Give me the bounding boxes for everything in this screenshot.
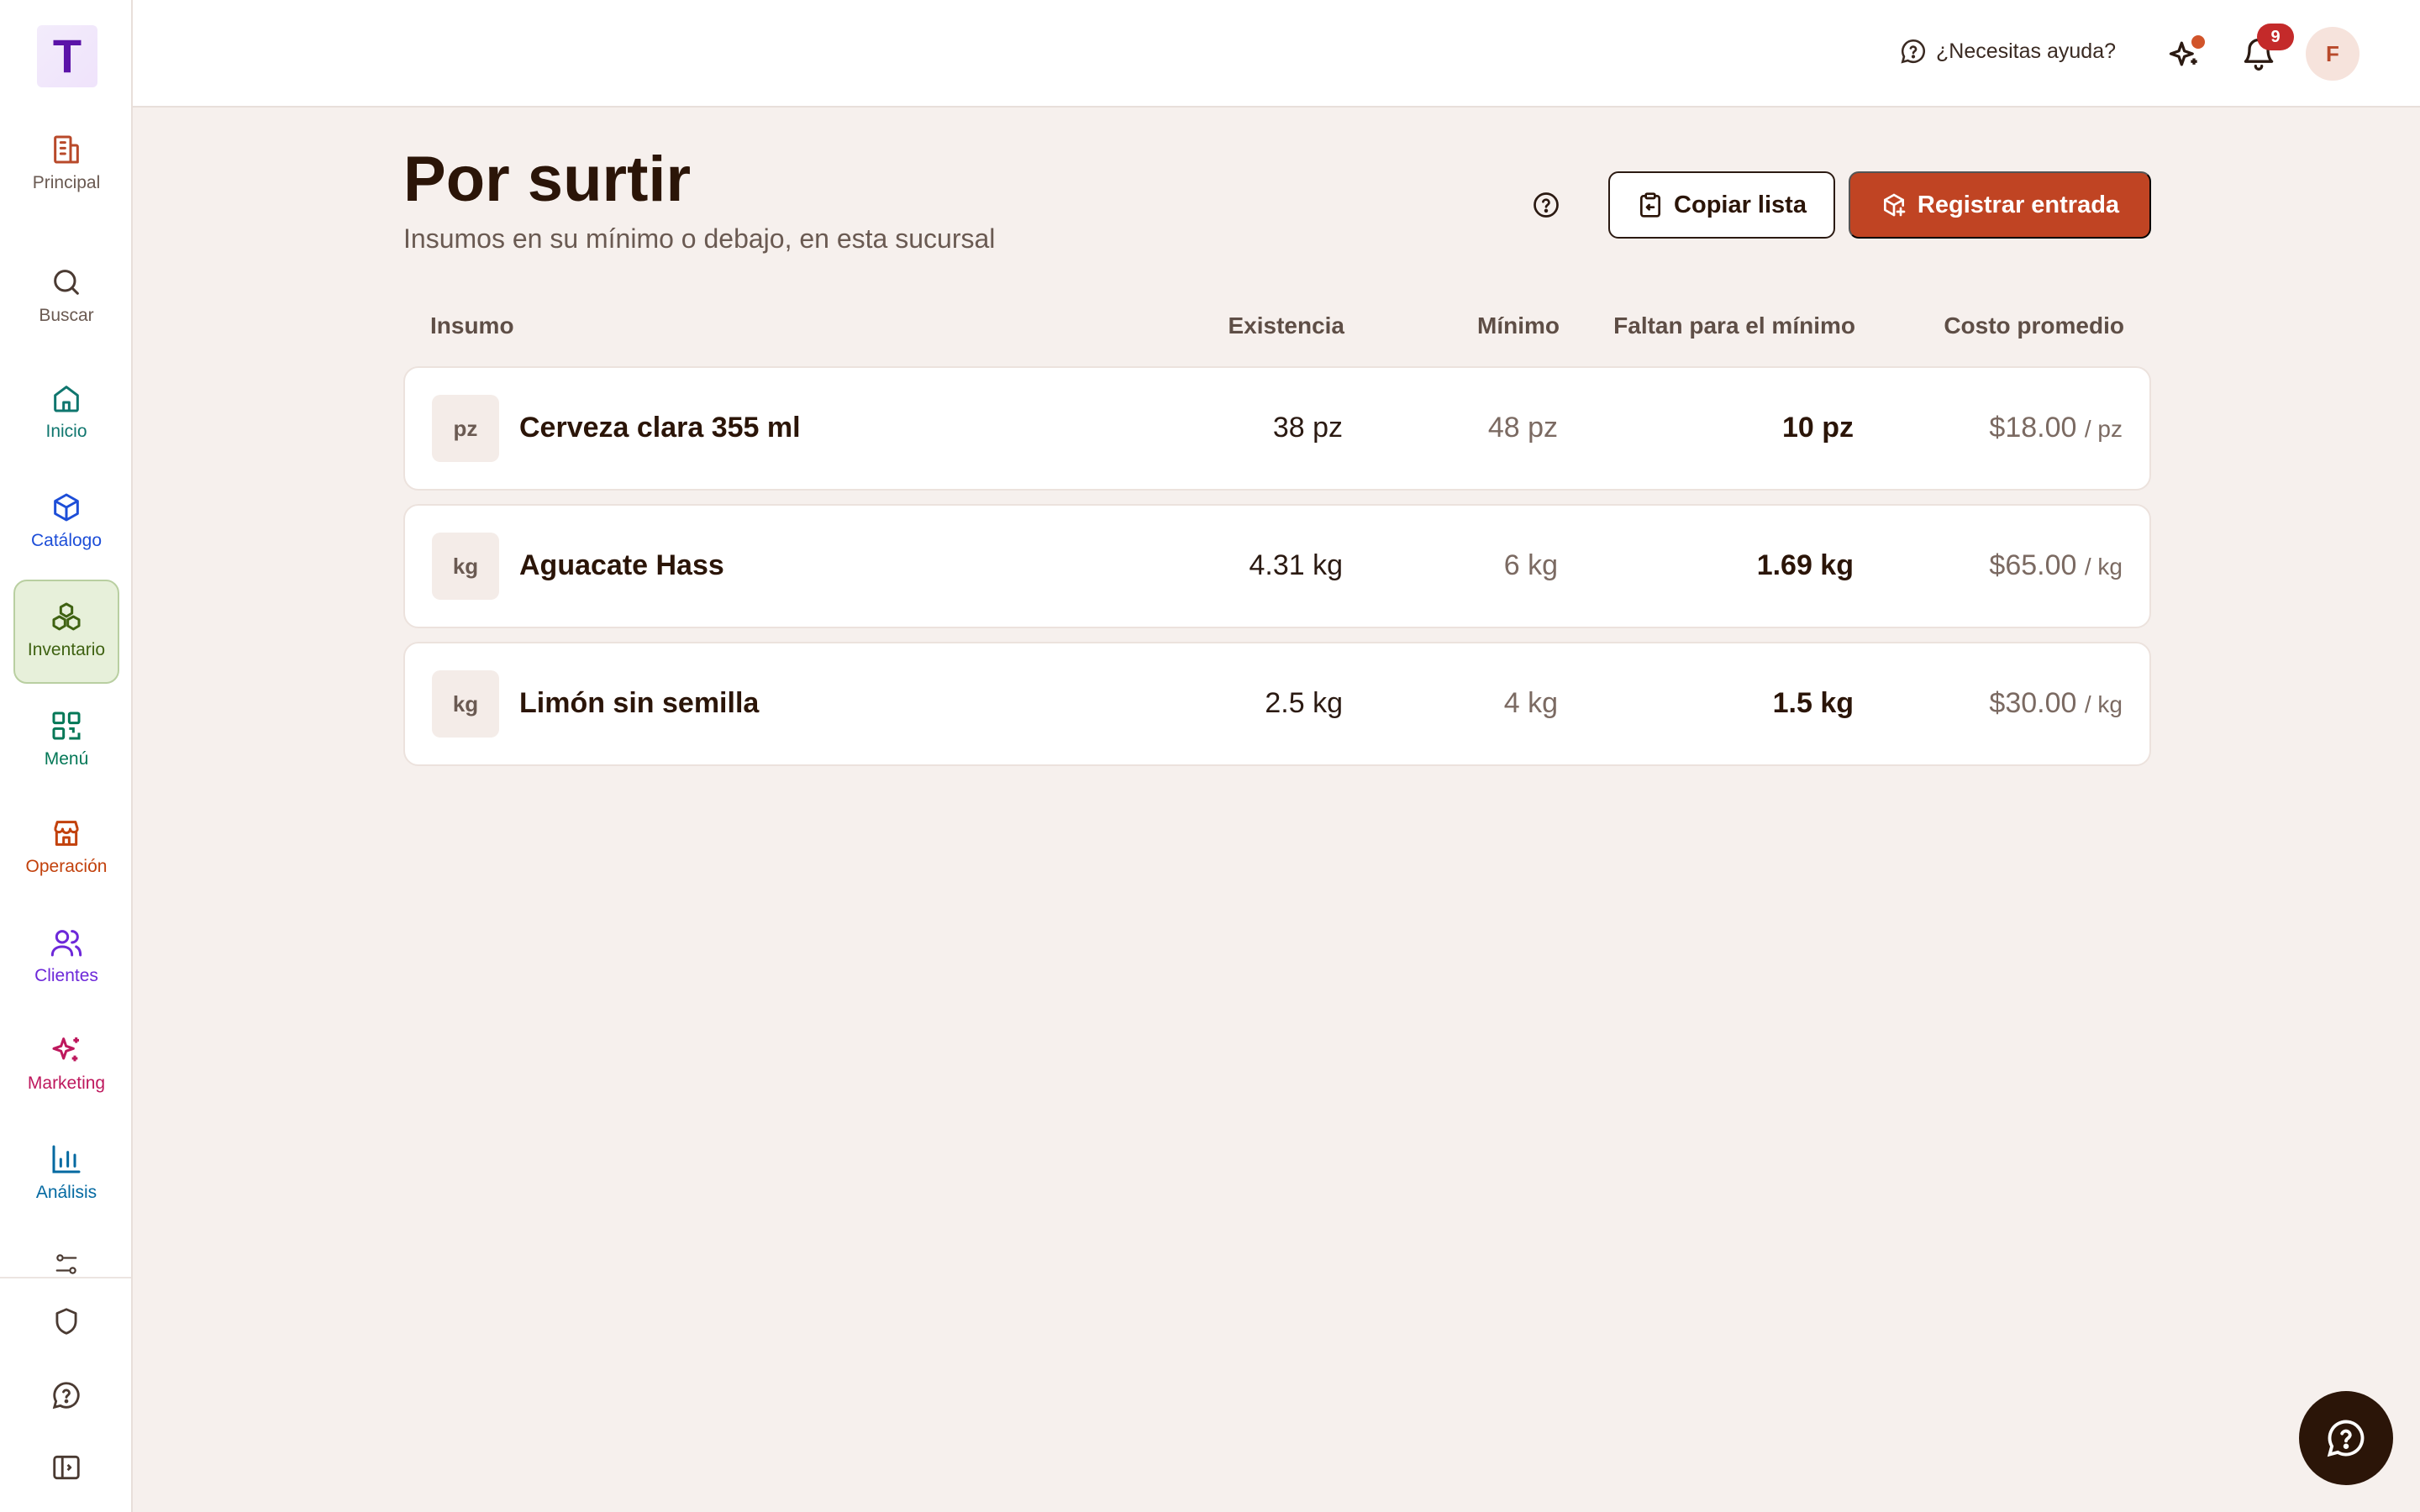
chat-help-icon <box>52 1382 80 1410</box>
notification-count-badge: 9 <box>2257 24 2294 50</box>
sidebar-item-buscar[interactable]: Buscar <box>13 265 119 326</box>
help-link-label: ¿Necesitas ayuda? <box>1936 39 2117 63</box>
cost-unit: / pz <box>2084 416 2123 442</box>
shield-icon <box>55 1308 77 1335</box>
cost-amount: $18.00 <box>1989 412 2077 444</box>
sidebar-item-clientes[interactable]: Clientes <box>13 926 119 986</box>
sparkles-icon <box>52 1037 79 1062</box>
new-indicator-dot <box>2191 35 2205 49</box>
sidebar-item-label: Análisis <box>35 1183 97 1202</box>
shortfall-value: 10 pz <box>1781 412 1854 444</box>
sidebar-item-menu[interactable]: Menú <box>13 709 119 769</box>
register-entry-button[interactable]: Registrar entrada <box>1849 171 2151 239</box>
copy-list-label: Copiar lista <box>1674 191 1807 218</box>
store-icon <box>54 821 79 846</box>
sidebar-item-analisis[interactable]: Análisis <box>13 1142 119 1203</box>
sidebar-item-label: Operación <box>25 857 108 876</box>
help-chat-icon <box>1901 39 1925 64</box>
home-icon <box>54 386 79 412</box>
clipboard-copy-icon <box>1640 192 1661 218</box>
floating-help-button[interactable] <box>2299 1391 2393 1485</box>
item-name: Cerveza clara 355 ml <box>519 412 801 444</box>
sidebar-item-label: Buscar <box>39 306 94 325</box>
cost-amount: $65.00 <box>1989 549 2077 581</box>
table-row[interactable]: pz Cerveza clara 355 ml 38 pz 48 pz 10 p… <box>403 366 2151 491</box>
minimum-value: 4 kg <box>1503 687 1558 719</box>
sidebar-item-label: Marketing <box>27 1074 106 1093</box>
sidebar-item-catalogo[interactable]: Catálogo <box>13 491 119 551</box>
stock-value: 38 pz <box>1272 412 1343 444</box>
search-icon <box>54 270 79 295</box>
column-header-minimo: Mínimo <box>1477 312 1560 339</box>
column-header-existencia: Existencia <box>1228 312 1344 339</box>
column-header-faltan: Faltan para el mínimo <box>1613 312 1855 339</box>
minimum-value: 48 pz <box>1487 412 1558 444</box>
user-avatar[interactable]: F <box>2306 27 2360 81</box>
building-icon <box>54 135 79 164</box>
shortfall-value: 1.69 kg <box>1756 549 1854 581</box>
sidebar-item-label: Principal <box>32 173 101 192</box>
box-icon <box>54 493 79 522</box>
help-link[interactable]: ¿Necesitas ayuda? <box>1899 37 2116 66</box>
minimum-value: 6 kg <box>1503 549 1558 581</box>
column-header-insumo: Insumo <box>430 312 514 339</box>
item-name: Limón sin semilla <box>519 687 760 719</box>
sidebar-item-label: Inicio <box>45 422 87 441</box>
sidebar-item-label: Clientes <box>34 966 98 985</box>
sidebar-item-label: Menú <box>44 749 89 769</box>
boxes-icon <box>52 602 81 631</box>
register-entry-label: Registrar entrada <box>1917 191 2120 218</box>
unit-badge: kg <box>432 533 499 600</box>
sidebar-item-principal[interactable]: Principal <box>13 133 119 193</box>
chat-help-button[interactable] <box>50 1379 82 1411</box>
cost-unit: / kg <box>2084 554 2123 580</box>
sidebar-divider <box>0 1277 131 1278</box>
copy-list-button[interactable]: Copiar lista <box>1608 171 1835 239</box>
question-circle-icon <box>1534 192 1559 218</box>
app-logo[interactable]: T <box>37 25 97 87</box>
table-row[interactable]: kg Limón sin semilla 2.5 kg 4 kg 1.5 kg … <box>403 642 2151 766</box>
page-subtitle: Insumos en su mínimo o debajo, en esta s… <box>403 223 996 254</box>
sidebar: T Principal Buscar Inicio Catálogo Inven… <box>0 0 133 1512</box>
average-cost: $65.00 / kg <box>1989 549 2123 582</box>
qr-icon <box>52 711 81 740</box>
collapse-sidebar-button[interactable] <box>50 1452 82 1483</box>
cost-amount: $30.00 <box>1989 687 2077 719</box>
table-row[interactable]: kg Aguacate Hass 4.31 kg 6 kg 1.69 kg $6… <box>403 504 2151 628</box>
unit-badge: pz <box>432 395 499 462</box>
cost-unit: / kg <box>2084 691 2123 717</box>
sidebar-item-marketing[interactable]: Marketing <box>13 1033 119 1094</box>
item-name: Aguacate Hass <box>519 549 724 581</box>
shortfall-value: 1.5 kg <box>1772 687 1854 719</box>
package-plus-icon <box>1883 193 1906 217</box>
sidebar-item-settings[interactable] <box>13 1252 119 1277</box>
users-icon <box>50 930 82 957</box>
sidebar-item-operacion[interactable]: Operación <box>13 816 119 877</box>
stock-value: 2.5 kg <box>1265 687 1343 719</box>
average-cost: $30.00 / kg <box>1989 687 2123 720</box>
unit-badge: kg <box>432 670 499 738</box>
ai-assistant-button[interactable] <box>2166 35 2205 74</box>
settings-sliders-icon <box>55 1254 77 1274</box>
sidebar-item-inventario[interactable]: Inventario <box>13 580 119 684</box>
sidebar-item-label: Catálogo <box>30 531 103 550</box>
sidebar-item-inicio[interactable]: Inicio <box>13 381 119 442</box>
help-chat-icon <box>2327 1420 2365 1457</box>
average-cost: $18.00 / pz <box>1989 412 2123 444</box>
sidebar-item-label: Inventario <box>27 640 106 659</box>
column-header-costo: Costo promedio <box>1944 312 2124 339</box>
security-button[interactable] <box>50 1305 82 1337</box>
bar-chart-icon <box>52 1145 81 1173</box>
page-title: Por surtir <box>403 144 692 215</box>
stock-value: 4.31 kg <box>1249 549 1343 581</box>
sidebar-toggle-icon <box>53 1455 80 1480</box>
page-help-button[interactable] <box>1531 190 1561 220</box>
